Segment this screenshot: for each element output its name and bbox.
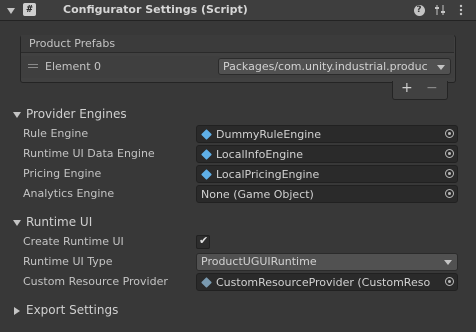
element-0-value: Packages/com.unity.industrial.produc xyxy=(223,60,428,73)
rule-engine-value: DummyRuleEngine xyxy=(216,128,322,141)
script-asset-icon xyxy=(201,169,212,180)
custom-resource-provider-field[interactable]: CustomResourceProvider (CustomReso xyxy=(196,273,458,291)
product-prefabs-title: Product Prefabs xyxy=(29,37,116,50)
object-picker-icon[interactable] xyxy=(445,129,454,138)
help-icon[interactable]: ? xyxy=(412,2,426,18)
chevron-down-icon xyxy=(437,65,445,70)
runtime-ui-type-dropdown[interactable]: ProductUGUIRuntime xyxy=(196,253,458,271)
analytics-engine-label: Analytics Engine xyxy=(23,187,115,200)
script-asset-icon xyxy=(201,149,212,160)
pricing-engine-label: Pricing Engine xyxy=(23,167,102,180)
component-title: Configurator Settings (Script) xyxy=(63,3,248,16)
export-settings-title[interactable]: Export Settings xyxy=(26,303,118,317)
element-label: Element 0 xyxy=(45,60,102,73)
provider-engines-title[interactable]: Provider Engines xyxy=(26,107,127,121)
custom-resource-provider-value: CustomResourceProvider (CustomReso xyxy=(216,276,431,289)
object-picker-icon[interactable] xyxy=(445,149,454,158)
runtime-ui-type-value: ProductUGUIRuntime xyxy=(201,255,317,268)
foldout-arrow-icon[interactable] xyxy=(13,112,21,118)
foldout-arrow-icon[interactable] xyxy=(7,8,15,14)
runtime-ui-title[interactable]: Runtime UI xyxy=(26,215,92,229)
script-icon: # xyxy=(23,3,36,16)
analytics-engine-value: None (Game Object) xyxy=(201,188,314,201)
runtime-ui-type-label: Runtime UI Type xyxy=(23,255,113,268)
presets-icon[interactable] xyxy=(433,2,447,18)
analytics-engine-field[interactable]: None (Game Object) xyxy=(196,185,458,203)
drag-handle-icon[interactable] xyxy=(28,64,38,65)
chevron-down-icon xyxy=(444,260,452,265)
custom-resource-provider-label: Custom Resource Provider xyxy=(23,275,168,288)
foldout-arrow-icon[interactable] xyxy=(14,307,20,315)
foldout-arrow-icon[interactable] xyxy=(13,220,21,226)
runtime-ui-data-engine-field[interactable]: LocalInfoEngine xyxy=(196,145,458,163)
object-picker-icon[interactable] xyxy=(445,277,454,286)
component-header[interactable]: # Configurator Settings (Script) ? xyxy=(0,0,476,21)
object-picker-icon[interactable] xyxy=(445,169,454,178)
add-element-button[interactable]: + xyxy=(401,80,413,96)
checkmark-icon: ✔ xyxy=(199,234,209,247)
script-asset-icon xyxy=(201,129,212,140)
pricing-engine-value: LocalPricingEngine xyxy=(216,168,320,181)
element-0-dropdown[interactable]: Packages/com.unity.industrial.produc xyxy=(218,58,451,75)
runtime-ui-data-engine-value: LocalInfoEngine xyxy=(216,148,304,161)
create-runtime-ui-label: Create Runtime UI xyxy=(23,235,124,248)
more-menu-icon[interactable] xyxy=(454,2,468,18)
runtime-ui-data-engine-label: Runtime UI Data Engine xyxy=(23,147,155,160)
rule-engine-label: Rule Engine xyxy=(23,127,89,140)
remove-element-button[interactable]: − xyxy=(426,80,438,96)
rule-engine-field[interactable]: DummyRuleEngine xyxy=(196,125,458,143)
game-object-icon xyxy=(201,277,212,288)
create-runtime-ui-checkbox[interactable]: ✔ xyxy=(196,234,210,249)
pricing-engine-field[interactable]: LocalPricingEngine xyxy=(196,165,458,183)
object-picker-icon[interactable] xyxy=(445,189,454,198)
